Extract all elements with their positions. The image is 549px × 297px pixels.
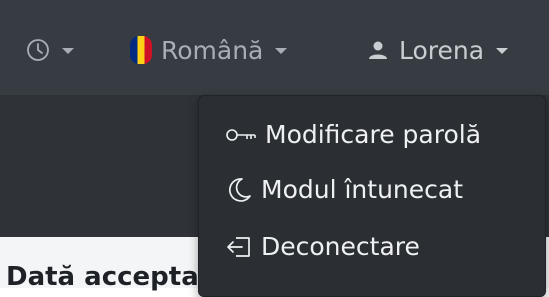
user-dropdown-menu: Modificare parolă Modul întunecat Decone… <box>198 95 546 297</box>
clock-dropdown-toggle[interactable] <box>26 30 74 70</box>
language-label: Română <box>161 35 264 65</box>
user-name: Lorena <box>399 35 485 65</box>
logout-icon <box>225 235 253 259</box>
language-dropdown-toggle[interactable]: Română <box>130 30 288 70</box>
moon-icon <box>225 176 253 204</box>
chevron-down-icon <box>496 48 509 54</box>
menu-item-label: Modificare parolă <box>265 120 482 149</box>
menu-item-label: Modul întunecat <box>261 175 464 204</box>
romania-flag-icon <box>130 36 152 64</box>
user-icon <box>368 40 388 60</box>
chevron-down-icon <box>62 48 74 54</box>
menu-item-logout[interactable]: Deconectare <box>225 232 420 261</box>
clock-icon <box>26 38 50 62</box>
key-icon <box>225 127 257 143</box>
menu-item-label: Deconectare <box>261 232 420 261</box>
menu-item-dark-mode[interactable]: Modul întunecat <box>225 175 463 204</box>
menu-item-change-password[interactable]: Modificare parolă <box>225 120 481 149</box>
user-dropdown-toggle[interactable]: Lorena <box>368 30 509 70</box>
chevron-down-icon <box>275 48 288 54</box>
